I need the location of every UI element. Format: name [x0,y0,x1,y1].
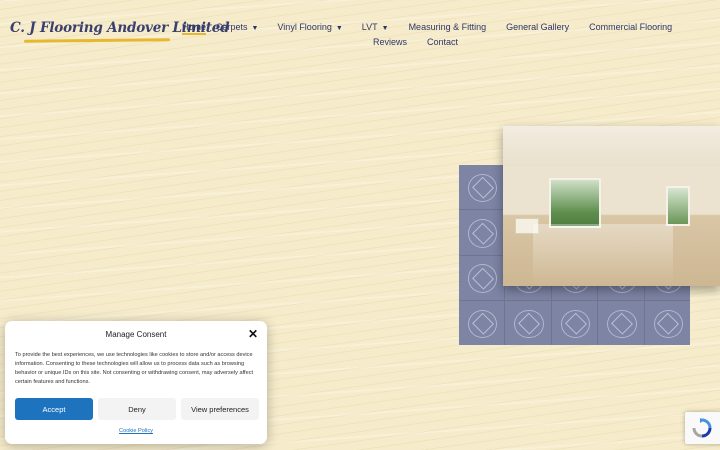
view-preferences-button[interactable]: View preferences [181,398,259,420]
consent-message: To provide the best experiences, we use … [15,352,254,385]
chevron-down-icon: ▼ [251,25,259,32]
nav-item-label: LVT [361,22,378,32]
nav-item-label: Reviews [373,37,408,47]
nav-item-general-gallery[interactable]: General Gallery [506,22,569,32]
nav-item-label: Vinyl Flooring [277,22,332,32]
consent-title: Manage Consent [105,330,167,339]
nav-row-2: Reviews Contact [172,33,682,51]
accept-button[interactable]: Accept [15,398,93,420]
chevron-down-icon: ▼ [381,25,389,32]
logo-underline [23,38,171,43]
room-window [666,186,690,226]
site-logo[interactable]: C. J Flooring Andover Limited [10,20,230,46]
nav-item-home[interactable]: Home [182,22,207,35]
nav-item-label: Home [182,22,207,32]
nav-item-label: Measuring & Fitting [408,22,487,32]
nav-item-label: Contact [427,37,459,47]
recaptcha-badge[interactable] [685,412,720,444]
recaptcha-icon [692,418,712,438]
room-window [549,178,601,228]
nav-item-measuring-fitting[interactable]: Measuring & Fitting [409,22,487,32]
nav-item-commercial-flooring[interactable]: Commercial Flooring [589,22,672,32]
nav-item-contact[interactable]: Contact [427,37,458,47]
nav-item-vinyl-flooring[interactable]: Vinyl Flooring ▼ [277,22,342,32]
nav-item-label: General Gallery [506,22,570,32]
deny-button[interactable]: Deny [98,398,176,420]
main-navigation: Home Carpets ▼ Vinyl Flooring ▼ LVT ▼ Measu… [172,18,682,51]
nav-item-reviews[interactable]: Reviews [373,37,407,47]
active-underline [182,33,207,35]
nav-item-label: Carpets [216,22,248,32]
logo-text: C. J Flooring Andover Limited [10,20,230,36]
nav-item-carpets[interactable]: Carpets ▼ [216,22,258,32]
cookie-consent-dialog: Manage Consent ✕ To provide the best exp… [5,321,267,444]
nav-item-label: Commercial Flooring [589,22,673,32]
close-icon[interactable]: ✕ [248,327,258,341]
room-photo [503,126,720,286]
cookie-policy-link[interactable]: Cookie Policy [5,428,267,434]
chevron-down-icon: ▼ [335,25,343,32]
nav-item-lvt[interactable]: LVT ▼ [362,22,389,32]
